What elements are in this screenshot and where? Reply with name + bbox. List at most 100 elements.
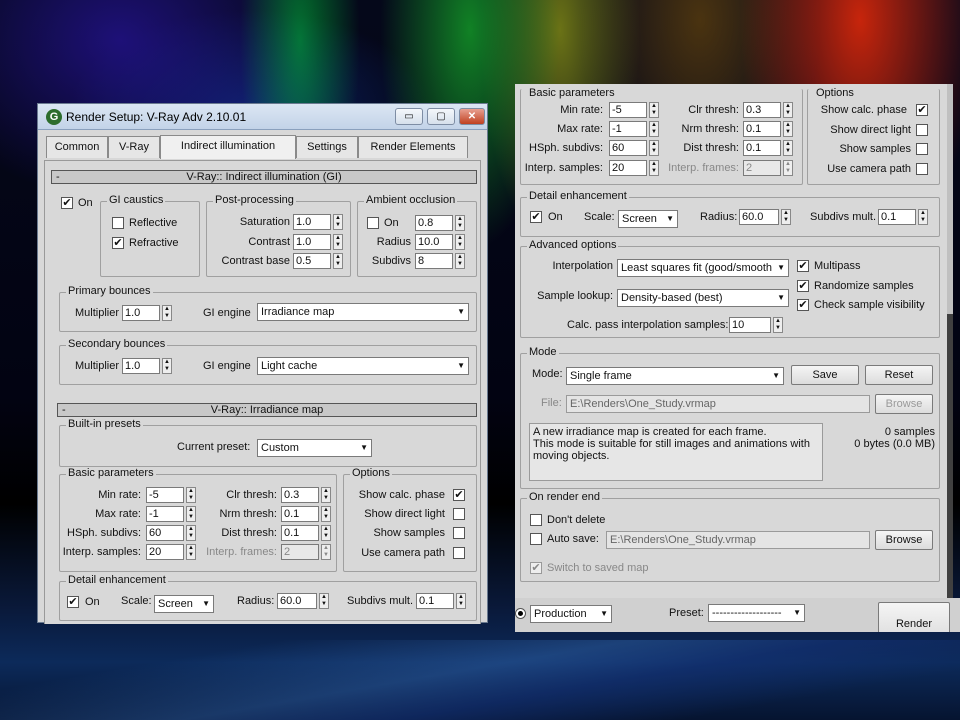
- dist-thresh-input[interactable]: 0.1: [281, 525, 319, 541]
- reset-button[interactable]: Reset: [865, 365, 933, 385]
- saturation-spinner[interactable]: ▲ ▼: [333, 214, 343, 230]
- secondary-multiplier-input[interactable]: 1.0: [122, 358, 160, 374]
- tab-vray[interactable]: V-Ray: [108, 136, 160, 158]
- min-rate-input-2[interactable]: -5: [609, 102, 647, 118]
- production-dropdown[interactable]: Production ▼: [530, 605, 612, 623]
- max-rate-input-2[interactable]: -1: [609, 121, 647, 137]
- detail-radius-spinner[interactable]: ▲ ▼: [319, 593, 329, 609]
- maximize-button[interactable]: ▢: [427, 108, 455, 125]
- randomize-samples-checkbox[interactable]: ✔: [797, 280, 809, 292]
- interpolation-dropdown[interactable]: Least squares fit (good/smooth ▼: [617, 259, 789, 277]
- detail-scale-dropdown-2[interactable]: Screen ▼: [618, 210, 678, 228]
- nrm-thresh-input[interactable]: 0.1: [281, 506, 319, 522]
- show-calc-phase-checkbox-2[interactable]: ✔: [916, 104, 928, 116]
- detail-subdivs-input-2[interactable]: 0.1: [878, 209, 916, 225]
- ao-on-checkbox[interactable]: [367, 217, 379, 229]
- render-button[interactable]: Render: [878, 602, 950, 632]
- file-path-field[interactable]: E:\Renders\One_Study.vrmap: [566, 395, 870, 413]
- show-calc-phase-checkbox[interactable]: ✔: [453, 489, 465, 501]
- tab-common[interactable]: Common: [46, 136, 108, 158]
- contrast-base-input[interactable]: 0.5: [293, 253, 331, 269]
- use-camera-path-checkbox[interactable]: [453, 547, 465, 559]
- hsph-subdivs-spinner[interactable]: ▲ ▼: [186, 525, 196, 541]
- secondary-multiplier-spinner[interactable]: ▲ ▼: [162, 358, 172, 374]
- primary-multiplier-input[interactable]: 1.0: [122, 305, 160, 321]
- detail-on-checkbox[interactable]: ✔: [67, 596, 79, 608]
- detail-subdivs-spinner-2[interactable]: ▲ ▼: [918, 209, 928, 225]
- close-button[interactable]: ✕: [459, 108, 485, 125]
- detail-on-checkbox-2[interactable]: ✔: [530, 211, 542, 223]
- mode-dropdown[interactable]: Single frame ▼: [566, 367, 784, 385]
- dist-thresh-spinner-2[interactable]: ▲ ▼: [783, 140, 793, 156]
- interp-samples-input[interactable]: 20: [146, 544, 184, 560]
- clr-thresh-spinner-2[interactable]: ▲ ▼: [783, 102, 793, 118]
- show-direct-light-checkbox-2[interactable]: [916, 124, 928, 136]
- contrast-base-spinner[interactable]: ▲ ▼: [333, 253, 343, 269]
- save-button[interactable]: Save: [791, 365, 859, 385]
- dist-thresh-input-2[interactable]: 0.1: [743, 140, 781, 156]
- scrollbar[interactable]: [947, 84, 953, 632]
- gi-rollout-header[interactable]: - V-Ray:: Indirect illumination (GI): [51, 170, 477, 184]
- check-visibility-checkbox[interactable]: ✔: [797, 299, 809, 311]
- clr-thresh-input-2[interactable]: 0.3: [743, 102, 781, 118]
- auto-save-browse-button[interactable]: Browse: [875, 530, 933, 550]
- primary-multiplier-spinner[interactable]: ▲ ▼: [162, 305, 172, 321]
- interp-frames-input-2[interactable]: 2: [743, 160, 781, 176]
- sample-lookup-dropdown[interactable]: Density-based (best) ▼: [617, 289, 789, 307]
- switch-saved-map-checkbox[interactable]: ✔: [530, 562, 542, 574]
- irradiance-rollout-header[interactable]: - V-Ray:: Irradiance map: [57, 403, 477, 417]
- nrm-thresh-input-2[interactable]: 0.1: [743, 121, 781, 137]
- refractive-checkbox[interactable]: ✔: [112, 237, 124, 249]
- max-rate-input[interactable]: -1: [146, 506, 184, 522]
- show-samples-checkbox-2[interactable]: [916, 143, 928, 155]
- tab-render-elements[interactable]: Render Elements: [358, 136, 468, 158]
- min-rate-input[interactable]: -5: [146, 487, 184, 503]
- max-rate-spinner[interactable]: ▲ ▼: [186, 506, 196, 522]
- use-camera-path-checkbox-2[interactable]: [916, 163, 928, 175]
- calc-pass-spinner[interactable]: ▲ ▼: [773, 317, 783, 333]
- show-direct-light-checkbox[interactable]: [453, 508, 465, 520]
- calc-pass-input[interactable]: 10: [729, 317, 771, 333]
- interp-frames-spinner[interactable]: ▲ ▼: [321, 544, 331, 560]
- max-rate-spinner-2[interactable]: ▲ ▼: [649, 121, 659, 137]
- min-rate-spinner-2[interactable]: ▲ ▼: [649, 102, 659, 118]
- tab-settings[interactable]: Settings: [296, 136, 358, 158]
- tab-indirect-illumination[interactable]: Indirect illumination: [160, 135, 296, 159]
- detail-subdivs-input[interactable]: 0.1: [416, 593, 454, 609]
- current-preset-dropdown[interactable]: Custom ▼: [257, 439, 372, 457]
- reflective-checkbox[interactable]: [112, 217, 124, 229]
- secondary-engine-dropdown[interactable]: Light cache ▼: [257, 357, 469, 375]
- title-bar[interactable]: G Render Setup: V-Ray Adv 2.10.01 ▭ ▢ ✕: [38, 104, 487, 130]
- minimize-button[interactable]: ▭: [395, 108, 423, 125]
- preset-dropdown[interactable]: ------------------- ▼: [708, 604, 805, 622]
- production-radio[interactable]: [515, 608, 526, 619]
- min-rate-spinner[interactable]: ▲ ▼: [186, 487, 196, 503]
- hsph-subdivs-spinner-2[interactable]: ▲ ▼: [649, 140, 659, 156]
- contrast-input[interactable]: 1.0: [293, 234, 331, 250]
- detail-subdivs-spinner[interactable]: ▲ ▼: [456, 593, 466, 609]
- clr-thresh-input[interactable]: 0.3: [281, 487, 319, 503]
- auto-save-path-field[interactable]: E:\Renders\One_Study.vrmap: [606, 531, 870, 549]
- hsph-subdivs-input[interactable]: 60: [146, 525, 184, 541]
- contrast-spinner[interactable]: ▲ ▼: [333, 234, 343, 250]
- ao-radius-input[interactable]: 10.0: [415, 234, 453, 250]
- dont-delete-checkbox[interactable]: [530, 514, 542, 526]
- hsph-subdivs-input-2[interactable]: 60: [609, 140, 647, 156]
- multipass-checkbox[interactable]: ✔: [797, 260, 809, 272]
- detail-scale-dropdown[interactable]: Screen ▼: [154, 595, 214, 613]
- ao-amount-spinner[interactable]: ▲ ▼: [455, 215, 465, 231]
- file-browse-button[interactable]: Browse: [875, 394, 933, 414]
- gi-on-checkbox[interactable]: ✔: [61, 197, 73, 209]
- interp-frames-spinner-2[interactable]: ▲ ▼: [783, 160, 793, 176]
- clr-thresh-spinner[interactable]: ▲ ▼: [321, 487, 331, 503]
- nrm-thresh-spinner[interactable]: ▲ ▼: [321, 506, 331, 522]
- ao-subdivs-input[interactable]: 8: [415, 253, 453, 269]
- ao-amount-input[interactable]: 0.8: [415, 215, 453, 231]
- interp-samples-input-2[interactable]: 20: [609, 160, 647, 176]
- detail-radius-spinner-2[interactable]: ▲ ▼: [781, 209, 791, 225]
- scrollbar-thumb[interactable]: [947, 314, 953, 632]
- detail-radius-input[interactable]: 60.0: [277, 593, 317, 609]
- interp-frames-input[interactable]: 2: [281, 544, 319, 560]
- dist-thresh-spinner[interactable]: ▲ ▼: [321, 525, 331, 541]
- ao-radius-spinner[interactable]: ▲ ▼: [455, 234, 465, 250]
